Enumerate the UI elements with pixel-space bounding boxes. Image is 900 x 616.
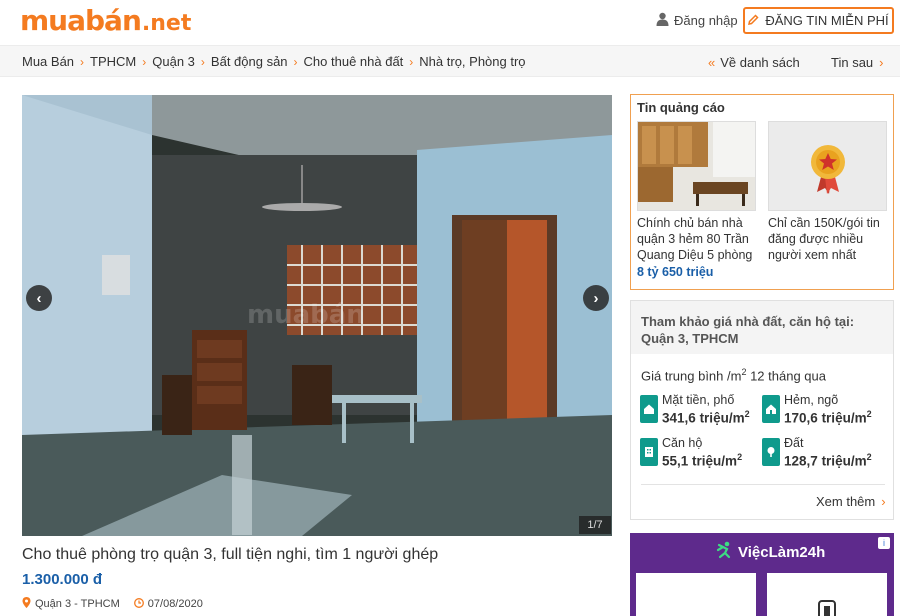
chevron-right-icon: › [200,54,205,69]
running-person-icon [714,541,734,563]
logo-wordmark: muabán [20,4,142,37]
breadcrumb-item[interactable]: Mua Bán [22,54,74,69]
chevron-right-icon: › [293,54,298,69]
map-pin-icon [22,597,31,611]
breadcrumb-item[interactable]: Nhà trọ, Phòng trọ [419,54,525,69]
chevron-right-icon: › [881,494,886,509]
site-logo[interactable]: muabán .net [20,4,191,38]
listing-date: 07/08/2020 [133,597,203,611]
pencil-icon [748,13,759,28]
chevron-right-icon: › [142,54,147,69]
ad-price: 8 tỷ 650 triệu [637,265,714,279]
login-link[interactable]: Đăng nhập [656,12,738,29]
ad-text: Chỉ cần 150K/gói tin đăng được nhiều ngư… [768,216,880,262]
ad-choices-icon[interactable]: i [878,537,890,549]
listing-location: Quận 3 - TPHCM [22,597,120,611]
price-item-label: Đất [784,436,804,450]
breadcrumb: Mua Bán › TPHCM › Quận 3 › Bất động sản … [22,54,526,69]
next-photo-button[interactable]: › [583,285,609,311]
breadcrumb-item[interactable]: Bất động sản [211,54,288,69]
photo-counter: 1/7 [579,516,611,534]
login-label: Đăng nhập [674,13,738,28]
sponsored-ads-title: Tin quảng cáo [637,100,725,115]
breadcrumb-item[interactable]: TPHCM [90,54,136,69]
listing-date-text: 07/08/2020 [147,598,203,610]
photo-watermark: muabán [247,300,365,330]
subtitle-post: 12 tháng qua [746,368,826,384]
post-free-ad-label: ĐĂNG TIN MIỄN PHÍ [765,13,889,28]
clock-icon [133,597,144,611]
price-reference-title: Tham khảo giá nhà đất, căn hộ tại: Quận … [641,314,855,346]
ad-text: Chính chủ bán nhà quận 3 hẻm 80 Trần Qua… [637,216,753,262]
price-item-label: Mặt tiền, phố [662,393,735,407]
listing-location-text: Quận 3 - TPHCM [35,598,120,610]
tree-icon [762,438,780,466]
breadcrumb-item[interactable]: Cho thuê nhà đất [304,54,404,69]
price-item-label: Hẻm, ngõ [784,393,839,407]
alley-house-icon [762,395,780,423]
breadcrumb-item[interactable]: Quận 3 [152,54,195,69]
listing-meta: Quận 3 - TPHCM 07/08/2020 [22,597,203,611]
ad-thumbnail [637,121,756,211]
see-more-label: Xem thêm [816,494,876,509]
subtitle-pre: Giá trung bình /m [641,368,742,384]
vieclam-card [636,573,756,616]
divider [641,484,885,485]
post-free-ad-button[interactable]: ĐĂNG TIN MIỄN PHÍ [743,7,894,34]
breadcrumb-bar: Mua Bán › TPHCM › Quận 3 › Bất động sản … [0,45,900,77]
vieclam-logo: ViệcLàm24h [714,541,825,563]
chevron-right-icon: › [879,55,884,70]
house-icon [640,395,658,423]
back-to-list-label: Về danh sách [720,55,800,70]
double-chevron-left-icon: « [708,55,716,70]
listing-price: 1.300.000 đ [22,571,103,588]
price-item-value: 128,7 triệu/m2 [784,452,872,469]
ad-card[interactable]: Chính chủ bán nhà quận 3 hẻm 80 Trần Qua… [637,121,757,279]
ad-card[interactable]: Chỉ cần 150K/gói tin đăng được nhiều ngư… [768,121,888,263]
vieclam-banner-ad[interactable]: ViệcLàm24h i [630,533,894,616]
price-item-label: Căn hộ [662,436,703,450]
site-header: muabán .net Đăng nhập ĐĂNG TIN MIỄN PHÍ [0,0,900,45]
chevron-right-icon: › [409,54,414,69]
price-reference-subtitle: Giá trung bình /m2 12 tháng qua [641,367,826,384]
price-item-value: 170,6 triệu/m2 [784,409,872,426]
chevron-right-icon: › [80,54,85,69]
ad-thumbnail [768,121,887,211]
previous-photo-button[interactable]: ‹ [26,285,52,311]
next-listing-link[interactable]: Tin sau › [831,55,884,70]
building-icon [640,438,658,466]
listing-title: Cho thuê phòng trọ quận 3, full tiện ngh… [22,546,439,563]
price-reference-header: Tham khảo giá nhà đất, căn hộ tại: Quận … [631,301,893,354]
price-item-value: 55,1 triệu/m2 [662,452,743,469]
vieclam-brand: ViệcLàm24h [738,543,826,561]
price-item-value: 341,6 triệu/m2 [662,409,750,426]
user-icon [656,12,669,29]
next-listing-label: Tin sau [831,55,874,70]
back-to-list-link[interactable]: « Về danh sách [708,55,800,70]
photo-gallery[interactable]: ‹ › 1/7 muabán [22,95,612,536]
vieclam-card [767,573,887,616]
see-more-link[interactable]: Xem thêm › [816,494,886,509]
logo-tld: .net [141,11,192,36]
sponsored-ads-box: Tin quảng cáo Chính chủ bán nhà quận 3 h… [630,94,894,290]
